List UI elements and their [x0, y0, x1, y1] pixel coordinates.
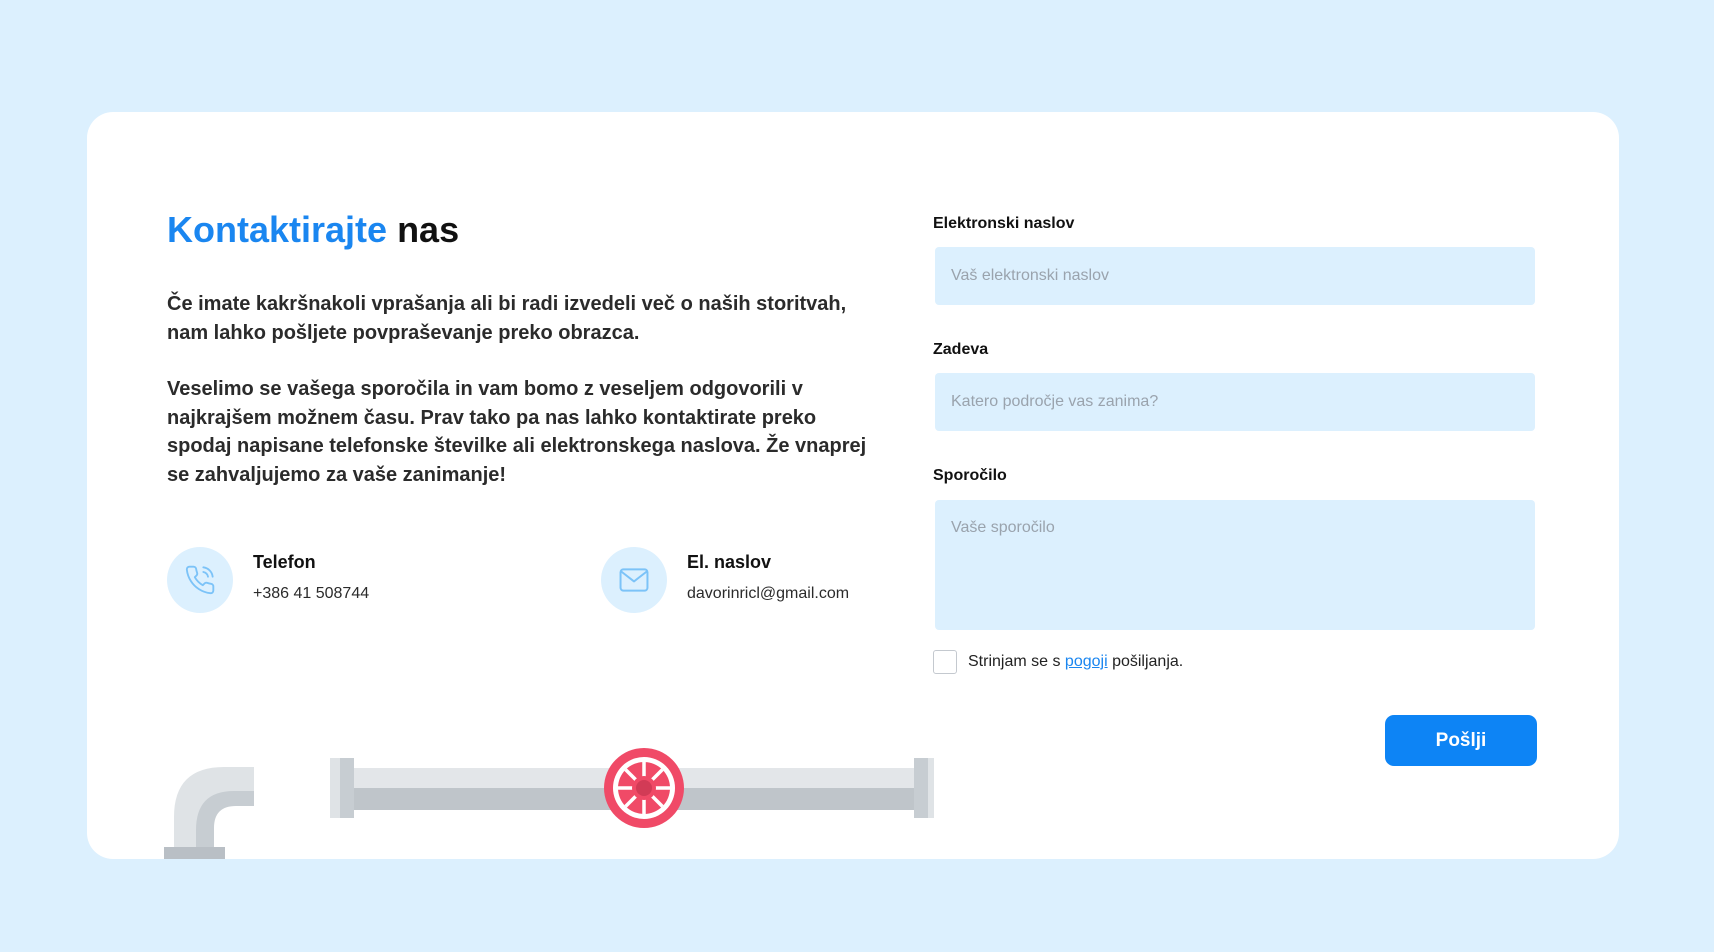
intro-paragraph-2: Veselimo se vašega sporočila in vam bomo…: [167, 378, 867, 486]
subject-label: Zadeva: [933, 341, 989, 358]
contact-email: El. naslov davorinricl@gmail.com: [601, 547, 849, 613]
contact-email-text: El. naslov davorinricl@gmail.com: [687, 547, 849, 604]
consent-text-prefix: Strinjam se s: [968, 653, 1065, 670]
pipes-illustration: [164, 748, 934, 859]
contact-email-label: El. naslov: [687, 552, 772, 572]
email-label: Elektronski naslov: [933, 215, 1075, 232]
intro-paragraph-1: Če imate kakršnakoli vprašanja ali bi ra…: [167, 293, 847, 344]
mail-icon: [601, 547, 667, 613]
contact-card: Kontaktirajte nas Če imate kakršnakoli v…: [87, 112, 1619, 859]
contact-phone-value[interactable]: +386 41 508744: [253, 584, 369, 604]
submit-button[interactable]: Pošlji: [1385, 715, 1537, 766]
phone-icon: [167, 547, 233, 613]
subject-field[interactable]: [935, 373, 1535, 431]
message-label: Sporočilo: [933, 467, 1007, 484]
terms-link[interactable]: pogoji: [1065, 653, 1108, 671]
email-field[interactable]: [935, 247, 1535, 305]
consent-row: Strinjam se s pogoji pošiljanja.: [933, 650, 1183, 674]
page-title: Kontaktirajte nas: [167, 210, 459, 250]
contact-phone-text: Telefon +386 41 508744: [253, 547, 369, 604]
consent-text-suffix: pošiljanja.: [1107, 653, 1184, 670]
page-title-accent: Kontaktirajte: [167, 209, 388, 250]
page-title-rest: nas: [397, 209, 460, 250]
valve-wheel: [604, 748, 684, 828]
contact-phone-label: Telefon: [253, 552, 316, 572]
consent-checkbox[interactable]: [933, 650, 957, 674]
contact-phone: Telefon +386 41 508744: [167, 547, 369, 613]
contact-email-value[interactable]: davorinricl@gmail.com: [687, 584, 849, 604]
message-textarea[interactable]: [935, 500, 1535, 630]
